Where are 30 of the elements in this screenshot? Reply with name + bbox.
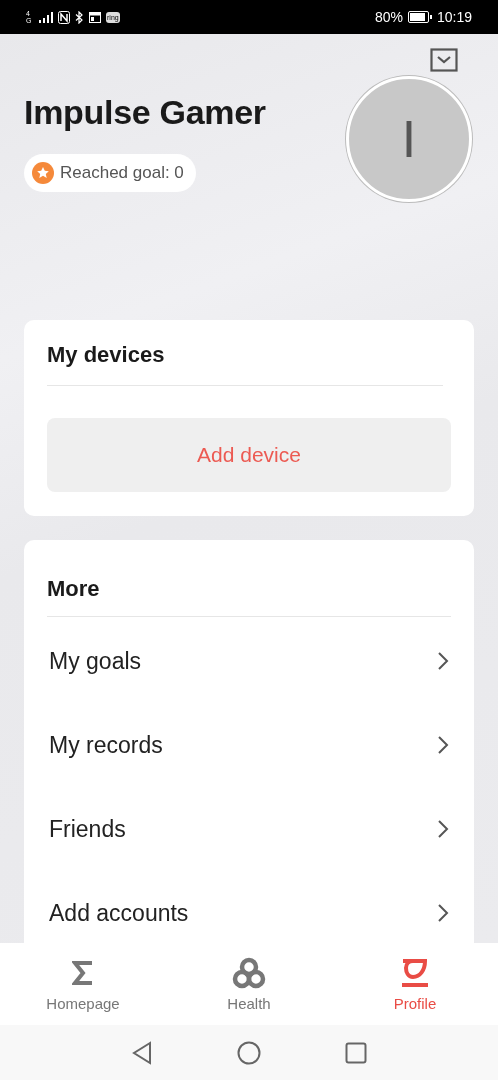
menu-item[interactable]: Friends	[47, 809, 451, 849]
user-name: Impulse Gamer	[24, 92, 266, 132]
battery-icon	[407, 11, 432, 23]
section-title: More	[47, 576, 101, 602]
back-icon[interactable]	[131, 1040, 153, 1065]
knot-icon	[232, 956, 266, 989]
nav-tab[interactable]: Profile	[332, 943, 498, 1025]
avatar[interactable]: I	[346, 76, 472, 202]
battery-percent: 80%	[374, 9, 403, 25]
menu-item[interactable]: My records	[47, 725, 451, 765]
nav-tab[interactable]: Health	[166, 943, 332, 1025]
mail-icon[interactable]	[430, 48, 458, 72]
chevron-icon	[437, 819, 449, 839]
home-icon[interactable]	[237, 1040, 261, 1065]
chevron-icon	[437, 651, 449, 671]
profile-icon	[399, 956, 431, 989]
chevron-icon	[437, 903, 449, 923]
reached-goal-badge[interactable]: Reached goal: 0	[24, 153, 196, 192]
menu-item[interactable]: My goals	[47, 641, 451, 681]
bluetooth-icon	[75, 10, 84, 24]
nfc-icon	[58, 10, 70, 24]
window-icon	[89, 11, 101, 23]
clock: 10:19	[436, 9, 472, 25]
reached-goal-text: Reached goal: 0	[60, 162, 184, 183]
recents-icon[interactable]	[345, 1041, 367, 1064]
chevron-icon	[437, 735, 449, 755]
nav-tab[interactable]: Homepage	[0, 943, 166, 1025]
section-title: My devices	[47, 342, 166, 368]
menu-item[interactable]: Add accounts	[47, 893, 451, 933]
signal-icon	[39, 11, 53, 23]
